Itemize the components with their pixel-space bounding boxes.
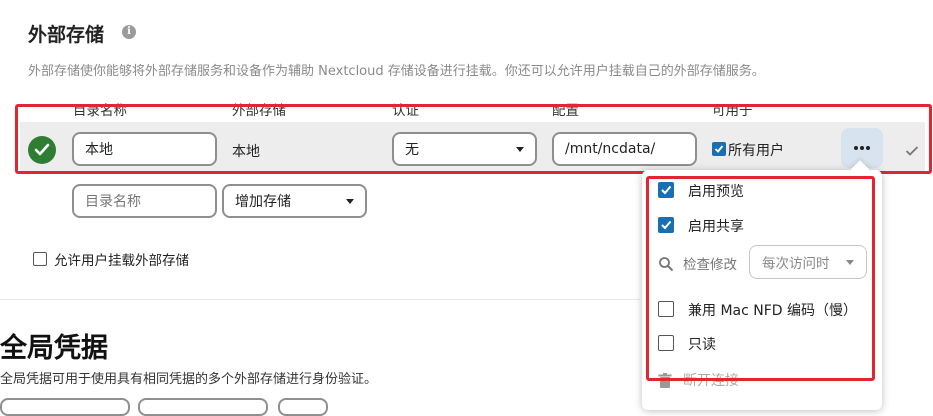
global-login-input[interactable] (0, 398, 130, 416)
divider (0, 299, 640, 300)
section-description: 外部存储使你能够将外部存储服务和设备作为辅助 Nextcloud 存储设备进行挂… (28, 64, 765, 79)
global-credentials-description: 全局凭据可用于使用具有相同凭据的多个外部存储进行身份验证。 (0, 372, 378, 387)
menu-highlight (646, 176, 875, 381)
add-storage-select[interactable]: 增加存储 (222, 184, 367, 218)
global-save-button[interactable] (278, 398, 328, 416)
add-storage-label: 增加存储 (235, 194, 291, 210)
new-folder-placeholder: 目录名称 (85, 194, 141, 210)
global-credentials-title: 全局凭据 (0, 333, 108, 364)
section-title: 外部存储 (28, 24, 105, 46)
row-highlight (15, 104, 932, 174)
new-folder-name-input[interactable]: 目录名称 (72, 184, 217, 218)
allow-user-mount-checkbox[interactable] (33, 252, 47, 266)
global-password-input[interactable] (138, 398, 268, 416)
info-icon[interactable]: i (122, 25, 136, 39)
allow-user-mount-label: 允许用户挂载外部存储 (54, 253, 189, 269)
chevron-down-icon (346, 198, 354, 204)
